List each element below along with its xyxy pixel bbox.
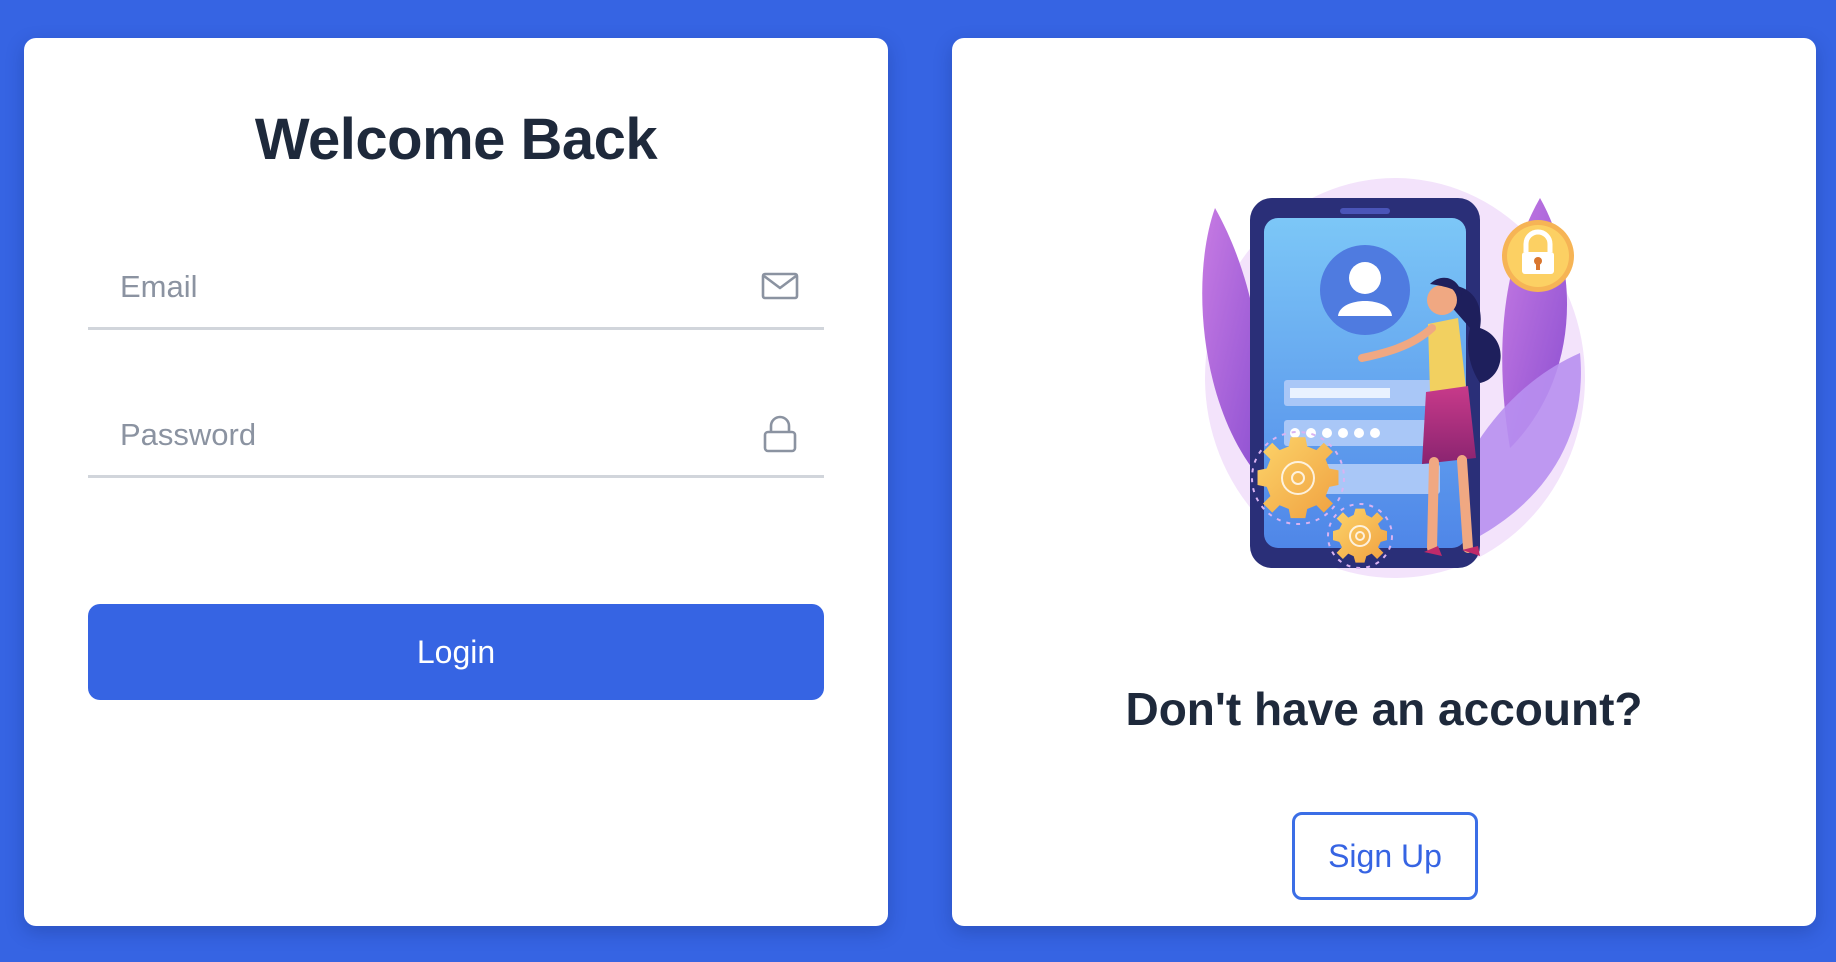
lock-icon [763,415,797,453]
envelope-icon [761,272,799,300]
login-button[interactable]: Login [88,604,824,700]
signup-card: Don't have an account? Sign Up [952,38,1816,926]
page: Welcome Back Login [0,0,1836,962]
login-card: Welcome Back Login [24,38,888,926]
signup-button[interactable]: Sign Up [1292,812,1478,900]
email-input[interactable] [88,246,824,327]
login-title: Welcome Back [254,107,658,172]
email-field [88,246,824,330]
signup-heading: Don't have an account? [1125,683,1643,735]
password-input[interactable] [88,394,824,475]
password-field [88,394,824,478]
phone-login-illustration [1202,178,1585,578]
